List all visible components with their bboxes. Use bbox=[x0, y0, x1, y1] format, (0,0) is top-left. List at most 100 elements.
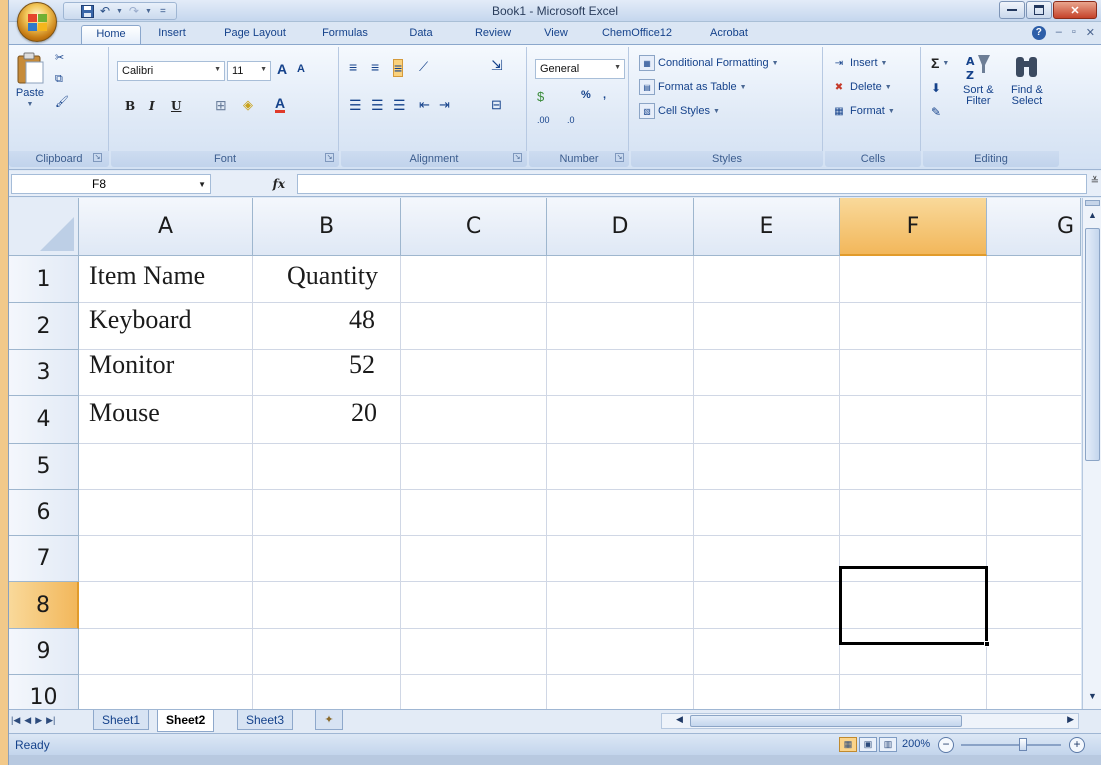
tab-acrobat[interactable]: Acrobat bbox=[701, 25, 757, 44]
horizontal-scroll-thumb[interactable] bbox=[690, 715, 962, 727]
row-header-7[interactable]: 7 bbox=[9, 536, 79, 582]
insert-function-icon[interactable]: fx bbox=[273, 177, 285, 191]
cell-b4[interactable]: 20 bbox=[253, 398, 377, 428]
cell-b3[interactable]: 52 bbox=[253, 350, 375, 380]
sheet-tab-sheet2[interactable]: Sheet2 bbox=[157, 710, 215, 732]
normal-view-icon[interactable]: ▦ bbox=[839, 737, 857, 752]
chevron-down-icon[interactable]: ▼ bbox=[198, 180, 206, 189]
last-sheet-icon[interactable]: ▶| bbox=[46, 715, 55, 726]
cell-a1[interactable]: Item Name bbox=[89, 261, 205, 291]
grow-font-button[interactable]: A bbox=[277, 61, 287, 77]
number-launcher-icon[interactable]: ↘ bbox=[615, 153, 624, 162]
sheet-tab-sheet1[interactable]: Sheet1 bbox=[93, 710, 150, 730]
clipboard-launcher-icon[interactable]: ↘ bbox=[93, 153, 102, 162]
comma-style-button[interactable]: , bbox=[603, 89, 606, 101]
zoom-out-icon[interactable]: − bbox=[938, 737, 954, 753]
close-button[interactable]: ✕ bbox=[1053, 1, 1097, 19]
delete-cells-button[interactable]: ✖ Delete ▼ bbox=[831, 79, 892, 95]
fill-icon[interactable]: ⬇ bbox=[931, 81, 941, 95]
italic-button[interactable]: I bbox=[149, 99, 155, 113]
increase-decimal-button[interactable]: .00 bbox=[537, 115, 550, 125]
font-launcher-icon[interactable]: ↘ bbox=[325, 153, 334, 162]
fill-handle[interactable] bbox=[984, 641, 990, 647]
align-center-icon[interactable]: ☰ bbox=[371, 97, 384, 114]
prev-sheet-icon[interactable]: ◀ bbox=[24, 715, 31, 726]
column-header-c[interactable]: C bbox=[401, 198, 547, 256]
row-header-4[interactable]: 4 bbox=[9, 396, 79, 444]
cell-b2[interactable]: 48 bbox=[253, 305, 375, 335]
insert-worksheet-icon[interactable]: ✦ bbox=[315, 710, 343, 730]
decrease-indent-icon[interactable]: ⇤ bbox=[419, 97, 430, 113]
tab-view[interactable]: View bbox=[535, 25, 577, 44]
row-header-8[interactable]: 8 bbox=[9, 582, 79, 629]
align-left-icon[interactable]: ☰ bbox=[349, 97, 362, 114]
fill-color-icon[interactable]: ◈ bbox=[243, 97, 253, 113]
cut-icon[interactable]: ✂ bbox=[55, 51, 64, 64]
row-header-9[interactable]: 9 bbox=[9, 629, 79, 675]
name-box[interactable]: F8 ▼ bbox=[11, 174, 211, 194]
font-size-combo[interactable]: 11 ▼ bbox=[227, 61, 271, 81]
expand-formula-bar-icon[interactable]: ≚ bbox=[1091, 176, 1099, 187]
workbook-close-icon[interactable]: ✕ bbox=[1086, 26, 1095, 40]
scroll-down-icon[interactable]: ▼ bbox=[1085, 691, 1100, 707]
find-select-button[interactable]: Find & Select bbox=[1011, 51, 1043, 107]
tab-formulas[interactable]: Formulas bbox=[309, 25, 381, 44]
align-bottom-icon[interactable]: ≡ bbox=[393, 59, 404, 77]
formula-input[interactable] bbox=[297, 174, 1087, 194]
column-header-a[interactable]: A bbox=[79, 198, 253, 256]
cell-a2[interactable]: Keyboard bbox=[89, 305, 192, 335]
decrease-decimal-button[interactable]: .0 bbox=[567, 115, 575, 125]
column-header-g[interactable]: G bbox=[987, 198, 1081, 256]
page-layout-view-icon[interactable]: ▣ bbox=[859, 737, 877, 752]
restore-button[interactable] bbox=[1026, 1, 1052, 19]
paste-dropdown-icon[interactable]: ▼ bbox=[27, 101, 34, 108]
tab-home[interactable]: Home bbox=[81, 25, 141, 44]
autosum-button[interactable]: Σ ▼ bbox=[931, 55, 949, 71]
tab-data[interactable]: Data bbox=[401, 25, 441, 44]
borders-icon[interactable]: ⊞ bbox=[215, 97, 227, 114]
split-box[interactable] bbox=[1085, 200, 1100, 206]
align-middle-icon[interactable]: ≡ bbox=[371, 59, 379, 75]
horizontal-scrollbar[interactable]: ◀ ▶ bbox=[661, 713, 1079, 729]
active-cell-f8[interactable] bbox=[839, 566, 988, 645]
scroll-up-icon[interactable]: ▲ bbox=[1085, 210, 1100, 226]
zoom-slider-thumb[interactable] bbox=[1019, 738, 1027, 751]
row-header-5[interactable]: 5 bbox=[9, 444, 79, 490]
tab-chemoffice[interactable]: ChemOffice12 bbox=[589, 25, 685, 44]
column-header-e[interactable]: E bbox=[694, 198, 840, 256]
align-top-icon[interactable]: ≡ bbox=[349, 59, 357, 75]
sort-filter-button[interactable]: A Z Sort & Filter bbox=[963, 51, 994, 107]
alignment-launcher-icon[interactable]: ↘ bbox=[513, 153, 522, 162]
copy-icon[interactable]: ⧉ bbox=[55, 73, 63, 86]
shrink-font-button[interactable]: A bbox=[297, 63, 305, 75]
zoom-level[interactable]: 200% bbox=[902, 738, 930, 750]
scroll-left-icon[interactable]: ◀ bbox=[676, 714, 683, 725]
clear-icon[interactable]: ✎ bbox=[931, 105, 941, 119]
cell-a3[interactable]: Monitor bbox=[89, 350, 174, 380]
next-sheet-icon[interactable]: ▶ bbox=[35, 715, 42, 726]
orientation-icon[interactable]: ⟋ bbox=[419, 59, 428, 75]
conditional-formatting-button[interactable]: ▦ Conditional Formatting ▼ bbox=[639, 55, 779, 71]
cell-a4[interactable]: Mouse bbox=[89, 398, 160, 428]
tab-insert[interactable]: Insert bbox=[147, 25, 197, 44]
bold-button[interactable]: B bbox=[125, 99, 135, 113]
format-painter-icon[interactable]: 🖌 bbox=[55, 95, 69, 108]
row-header-10[interactable]: 10 bbox=[9, 675, 79, 709]
first-sheet-icon[interactable]: |◀ bbox=[11, 715, 20, 726]
insert-cells-button[interactable]: ⇥ Insert ▼ bbox=[831, 55, 888, 71]
font-color-button[interactable]: A bbox=[275, 96, 286, 113]
cell-styles-button[interactable]: ▧ Cell Styles ▼ bbox=[639, 103, 720, 119]
tab-page-layout[interactable]: Page Layout bbox=[211, 25, 299, 44]
paste-button[interactable]: Paste ▼ bbox=[15, 51, 45, 108]
vertical-scroll-thumb[interactable] bbox=[1085, 228, 1100, 461]
number-format-combo[interactable]: General ▼ bbox=[535, 59, 625, 79]
column-header-b[interactable]: B bbox=[253, 198, 401, 256]
merge-center-icon[interactable]: ⊟ bbox=[491, 97, 502, 113]
row-header-6[interactable]: 6 bbox=[9, 490, 79, 536]
sheet-tab-sheet3[interactable]: Sheet3 bbox=[237, 710, 294, 730]
zoom-slider[interactable] bbox=[961, 744, 1061, 746]
increase-indent-icon[interactable]: ⇥ bbox=[439, 97, 450, 113]
column-header-f[interactable]: F bbox=[840, 198, 987, 256]
format-as-table-button[interactable]: ▤ Format as Table ▼ bbox=[639, 79, 747, 95]
workbook-minimize-icon[interactable]: – bbox=[1056, 26, 1062, 40]
